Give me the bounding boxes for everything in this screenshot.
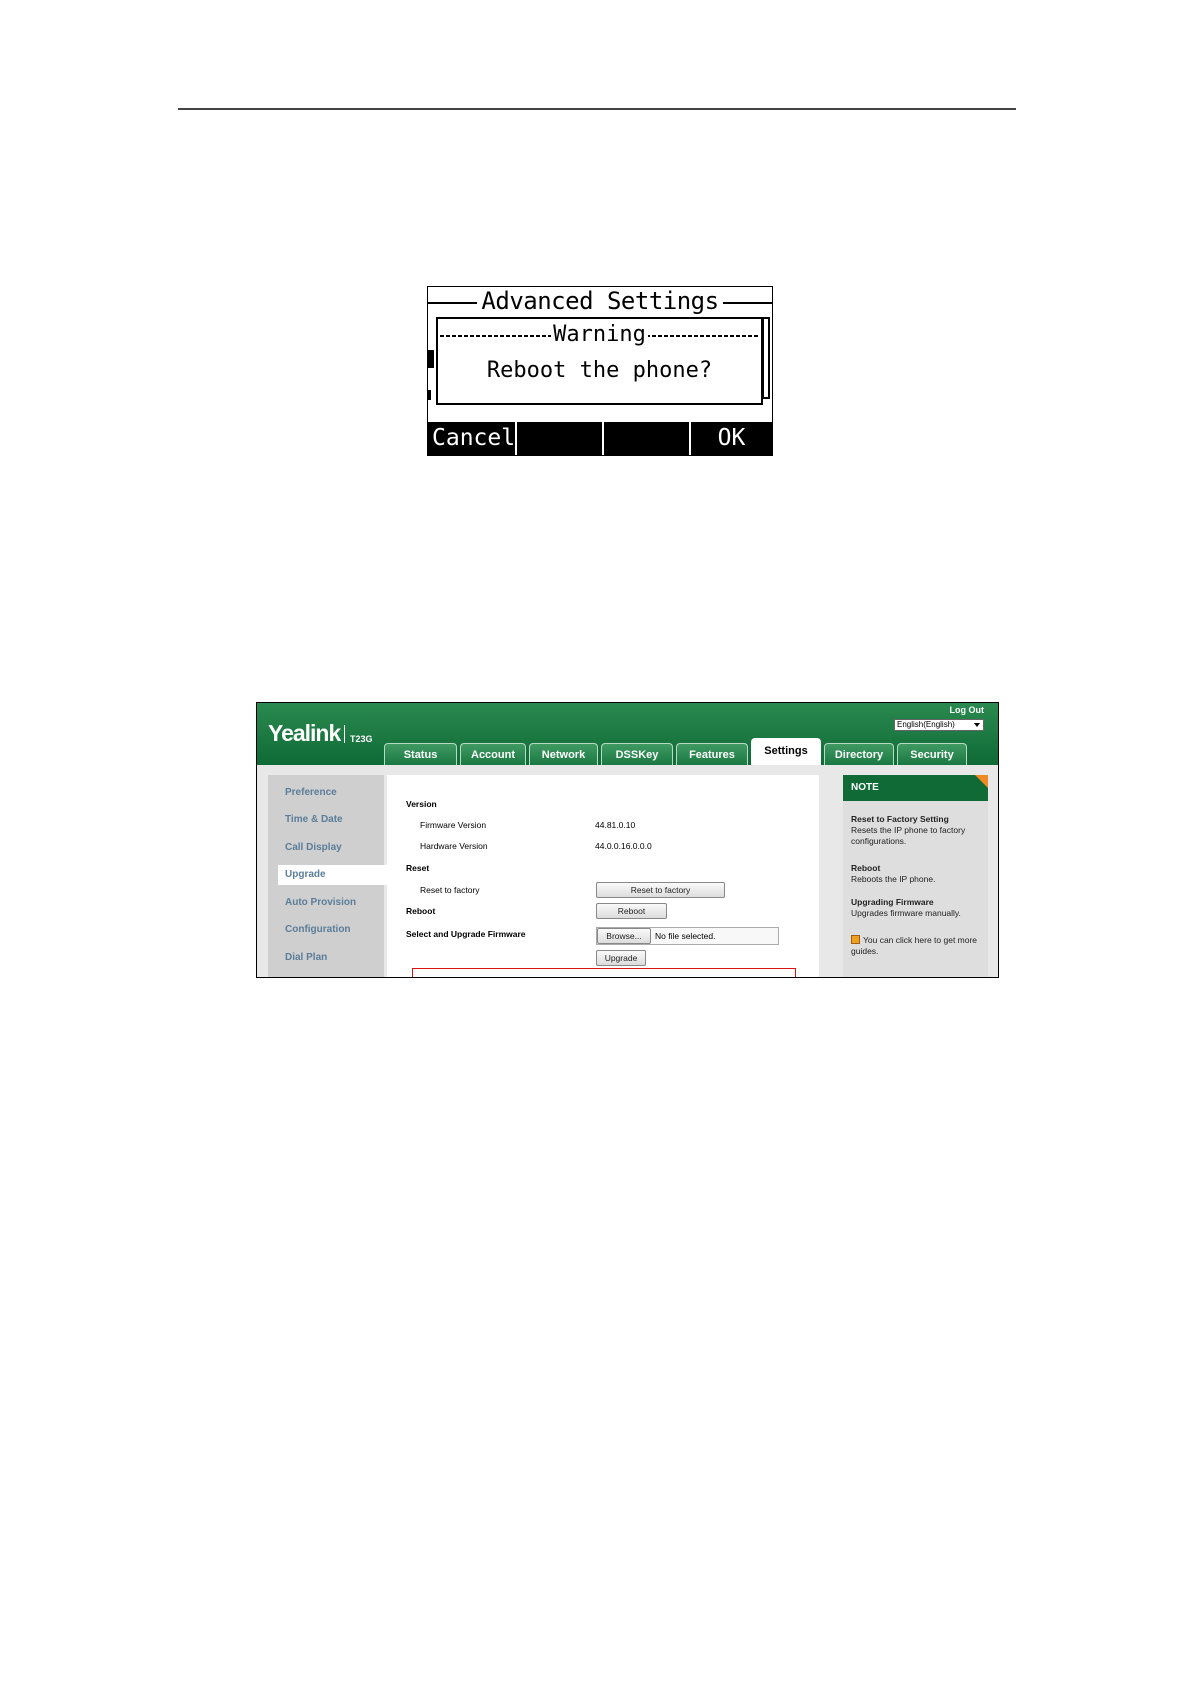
sidebar-item-upgrade[interactable]: Upgrade — [278, 865, 394, 885]
lcd-wave-right — [646, 335, 759, 337]
sidebar-item-dial-plan[interactable]: Dial Plan — [268, 948, 384, 968]
language-select[interactable]: English(English) — [894, 719, 984, 731]
lcd-softkey-bar: Cancel OK — [428, 422, 772, 455]
note-guide-link[interactable]: You can click here to get more guides. — [851, 935, 983, 957]
firmware-version-label: Firmware Version — [420, 820, 487, 830]
upgrade-button[interactable]: Upgrade — [596, 950, 646, 966]
firmware-version-value: 44.81.0.10 — [595, 820, 636, 830]
upgrade-firmware-heading: Select and Upgrade Firmware — [406, 929, 526, 939]
page-top-rule — [178, 108, 1016, 110]
reboot-button[interactable]: Reboot — [596, 903, 667, 919]
note-guide-text: You can click here to get more guides. — [851, 935, 978, 956]
lcd-wave-left — [440, 335, 553, 337]
note-upgrade-title: Upgrading Firmware — [851, 897, 934, 907]
model-label: T23G — [350, 734, 373, 744]
file-status-text: No file selected. — [655, 931, 716, 941]
softkey-cancel[interactable]: Cancel — [428, 422, 518, 455]
settings-sidebar: Preference Time & Date Call Display Upgr… — [268, 775, 394, 977]
language-value: English(English) — [897, 720, 955, 729]
logo-separator — [344, 725, 345, 743]
note-reboot-title: Reboot — [851, 863, 881, 873]
lcd-title-text: Advanced Settings — [477, 287, 723, 315]
reboot-label: Reboot — [406, 906, 436, 916]
note-reset-title: Reset to Factory Setting — [851, 814, 949, 824]
tab-directory[interactable]: Directory — [824, 743, 894, 765]
lcd-warning-label: Warning — [551, 322, 648, 347]
yealink-logo: Yealink — [268, 720, 341, 746]
note-heading: NOTE — [843, 775, 988, 801]
lcd-warning-dialog: Warning Reboot the phone? — [436, 317, 763, 405]
softkey-3[interactable] — [604, 422, 692, 455]
reset-to-factory-button[interactable]: Reset to factory — [596, 882, 725, 898]
hardware-version-value: 44.0.0.16.0.0.0 — [595, 841, 652, 851]
lcd-scrollbar — [762, 317, 770, 399]
web-ui-window: Yealink T23G Log Out English(English) St… — [256, 702, 999, 978]
browse-button[interactable]: Browse... — [597, 928, 651, 944]
sidebar-item-time-date[interactable]: Time & Date — [268, 810, 384, 830]
web-body: Preference Time & Date Call Display Upgr… — [257, 765, 998, 977]
reboot-highlight-box — [412, 968, 796, 977]
reset-factory-label: Reset to factory — [420, 885, 480, 895]
lcd-warning-header: Warning — [438, 322, 761, 348]
chevron-down-icon — [974, 723, 980, 727]
tab-network[interactable]: Network — [529, 743, 598, 765]
reset-heading: Reset — [406, 863, 430, 873]
note-corner-icon — [975, 775, 988, 788]
logout-link[interactable]: Log Out — [950, 705, 985, 715]
upgrade-content: Version Firmware Version 44.81.0.10 Hard… — [387, 775, 819, 977]
lcd-left-marker — [428, 350, 434, 368]
version-heading: Version — [406, 799, 437, 809]
lcd-reboot-message: Reboot the phone? — [486, 358, 713, 383]
lcd-title: Advanced Settings — [428, 287, 772, 318]
tab-features[interactable]: Features — [676, 743, 748, 765]
tab-status[interactable]: Status — [384, 743, 457, 765]
phone-lcd-screen: Advanced Settings Warning Reboot the pho… — [427, 286, 773, 456]
tab-account[interactable]: Account — [460, 743, 526, 765]
softkey-2[interactable] — [517, 422, 605, 455]
guide-book-icon — [851, 935, 860, 944]
softkey-ok[interactable]: OK — [691, 422, 772, 455]
note-reset-desc: Resets the IP phone to factory configura… — [851, 825, 966, 846]
hardware-version-label: Hardware Version — [420, 841, 488, 851]
lcd-left-marker-small — [428, 390, 431, 400]
tab-security[interactable]: Security — [897, 743, 967, 765]
web-header: Yealink T23G Log Out English(English) St… — [257, 703, 998, 765]
tab-dsskey[interactable]: DSSKey — [601, 743, 673, 765]
sidebar-item-configuration[interactable]: Configuration — [268, 920, 384, 940]
note-panel: NOTE Reset to Factory Setting Resets the… — [843, 775, 988, 977]
sidebar-item-preference[interactable]: Preference — [268, 783, 384, 803]
note-reboot-desc: Reboots the IP phone. — [851, 874, 936, 884]
sidebar-item-call-display[interactable]: Call Display — [268, 838, 384, 858]
sidebar-item-auto-provision[interactable]: Auto Provision — [268, 893, 384, 913]
note-upgrade-desc: Upgrades firmware manually. — [851, 908, 961, 918]
tab-settings[interactable]: Settings — [751, 738, 821, 765]
